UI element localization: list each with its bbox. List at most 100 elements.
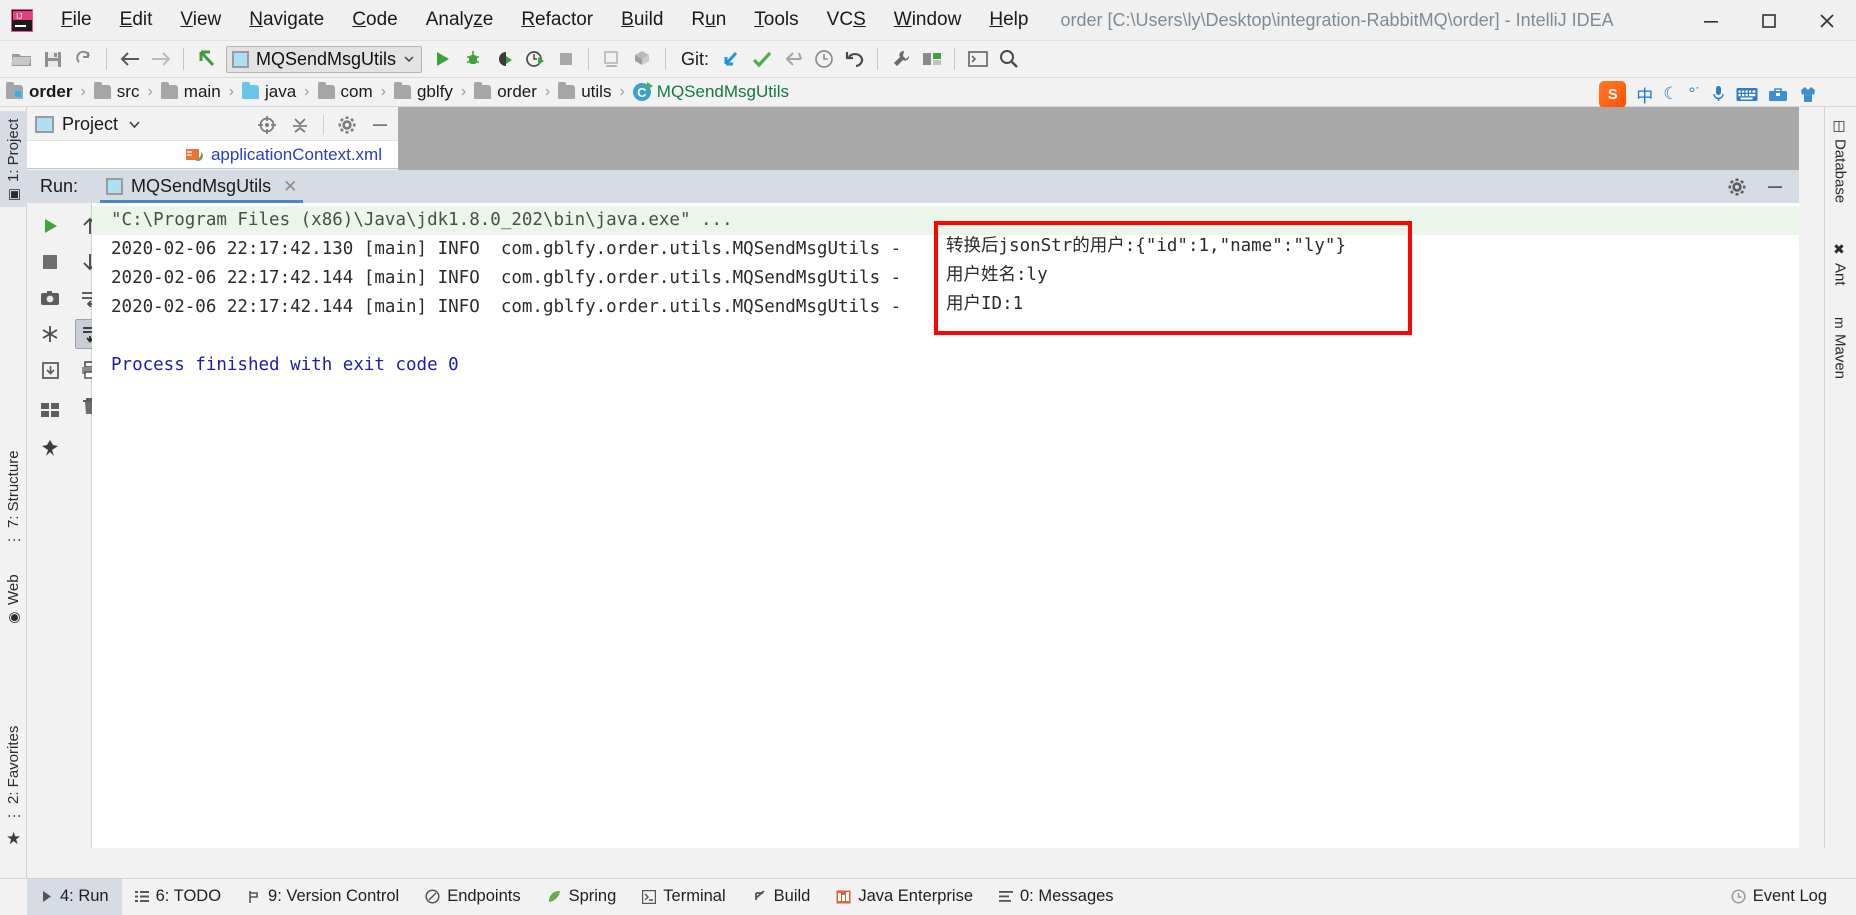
- breadcrumb-item-gblfy[interactable]: gblfy: [393, 82, 453, 102]
- sidebar-item-ant[interactable]: ✖ Ant: [1824, 237, 1856, 297]
- status-item-run[interactable]: 4: Run: [27, 878, 122, 915]
- update-project-icon[interactable]: [715, 44, 746, 75]
- menu-help[interactable]: Help: [975, 6, 1042, 34]
- run-icon[interactable]: [426, 44, 457, 75]
- stop-icon[interactable]: [35, 247, 65, 277]
- rerun-icon[interactable]: [35, 211, 65, 241]
- status-item-java-enterprise[interactable]: Java Enterprise: [823, 879, 986, 915]
- run-with-coverage-icon[interactable]: [488, 44, 519, 75]
- status-item-event-log[interactable]: Event Log: [1718, 879, 1840, 915]
- breadcrumb-item-order[interactable]: order: [474, 82, 537, 102]
- sidebar-item-project[interactable]: ▣ 1: Project: [0, 111, 27, 207]
- screenshot-icon[interactable]: [35, 283, 65, 313]
- collapse-all-icon[interactable]: [290, 115, 310, 135]
- status-item-messages[interactable]: 0: Messages: [986, 879, 1127, 915]
- folder-icon: [93, 82, 111, 99]
- layout-icon[interactable]: [35, 395, 65, 425]
- event-log-icon: [1731, 889, 1746, 904]
- rollback-icon[interactable]: [839, 44, 870, 75]
- status-item-build[interactable]: Build: [739, 879, 824, 915]
- menu-vcs[interactable]: VCS: [813, 6, 880, 34]
- menu-tools[interactable]: Tools: [740, 6, 812, 34]
- menu-view[interactable]: View: [166, 6, 235, 34]
- export-icon[interactable]: [35, 355, 65, 385]
- menu-window[interactable]: Window: [880, 6, 976, 34]
- emoji-icon[interactable]: °˙: [1689, 84, 1701, 104]
- git-history-icon[interactable]: [808, 44, 839, 75]
- chinese-mode-icon[interactable]: 中: [1636, 82, 1653, 107]
- todo-icon: [134, 890, 149, 903]
- breadcrumb-item-src[interactable]: src: [93, 82, 139, 102]
- close-icon[interactable]: ✕: [283, 177, 297, 197]
- gear-icon[interactable]: [337, 115, 357, 135]
- sidebar-item-web[interactable]: ◉ Web: [0, 562, 27, 630]
- menu-edit[interactable]: Edit: [106, 6, 167, 34]
- sidebar-item-database[interactable]: ◫ Database: [1824, 113, 1856, 223]
- chevron-down-icon[interactable]: [128, 120, 141, 129]
- profile-icon[interactable]: [519, 44, 550, 75]
- sidebar-item-favorites[interactable]: ⋮ 2: Favorites: [0, 697, 27, 827]
- sidebar-item-maven[interactable]: m Maven: [1824, 312, 1856, 402]
- breadcrumb-item-main[interactable]: main: [160, 82, 221, 102]
- save-all-icon[interactable]: [37, 44, 68, 75]
- keyboard-icon[interactable]: [1736, 87, 1758, 102]
- open-file-label[interactable]: applicationContext.xml: [211, 145, 382, 165]
- run-tab-mqsendmsgutils[interactable]: MQSendMsgUtils ✕: [100, 170, 304, 203]
- breadcrumb-item-java[interactable]: java: [241, 82, 296, 102]
- breadcrumb-item-com[interactable]: com: [317, 82, 373, 102]
- sidebar-item-structure[interactable]: ⋮ 7: Structure: [0, 427, 27, 551]
- terminal-icon[interactable]: [962, 44, 993, 75]
- close-button[interactable]: [1798, 0, 1856, 41]
- menu-build[interactable]: Build: [607, 6, 677, 34]
- status-item-todo[interactable]: 6: TODO: [122, 879, 234, 915]
- maximize-button[interactable]: [1740, 0, 1798, 41]
- favorites-star-icon[interactable]: ★: [6, 829, 21, 849]
- menu-refactor[interactable]: Refactor: [507, 6, 607, 34]
- breadcrumb-item-order-root[interactable]: order: [6, 82, 72, 102]
- microphone-icon[interactable]: [1711, 85, 1726, 103]
- print-thread-dump-icon[interactable]: [35, 319, 65, 349]
- debug-icon[interactable]: [457, 44, 488, 75]
- skin-icon[interactable]: [1798, 85, 1818, 103]
- window-controls: [1682, 0, 1856, 41]
- back-icon[interactable]: [114, 44, 145, 75]
- build-module-icon[interactable]: [627, 44, 658, 75]
- status-item-version-control[interactable]: 9: Version Control: [234, 879, 412, 915]
- build-project-icon[interactable]: [596, 44, 627, 75]
- scroll-from-source-icon[interactable]: [257, 115, 277, 135]
- breadcrumb-item-class[interactable]: C MQSendMsgUtils: [632, 82, 789, 102]
- pin-tab-icon[interactable]: [35, 433, 65, 463]
- status-item-endpoints[interactable]: Endpoints: [412, 879, 533, 915]
- settings-wrench-icon[interactable]: [885, 44, 916, 75]
- moon-icon[interactable]: ☾: [1663, 84, 1678, 104]
- open-project-icon[interactable]: [6, 44, 37, 75]
- sync-refresh-icon[interactable]: [68, 44, 99, 75]
- run-configuration-selector[interactable]: MQSendMsgUtils: [226, 45, 423, 73]
- push-icon[interactable]: [777, 44, 808, 75]
- minimize-button[interactable]: [1682, 0, 1740, 41]
- hide-icon[interactable]: [370, 115, 390, 135]
- gear-icon[interactable]: [1727, 177, 1747, 197]
- menu-analyze[interactable]: Analyze: [412, 6, 508, 34]
- search-everywhere-icon[interactable]: [993, 44, 1024, 75]
- jump-to-source-icon[interactable]: [191, 44, 222, 75]
- menu-run[interactable]: Run: [677, 6, 740, 34]
- forward-icon[interactable]: [145, 44, 176, 75]
- hide-icon[interactable]: [1765, 177, 1785, 197]
- menu-file[interactable]: File: [47, 6, 106, 34]
- status-item-spring[interactable]: Spring: [534, 879, 630, 915]
- sogou-input-icon[interactable]: S: [1599, 80, 1627, 108]
- commit-icon[interactable]: [746, 44, 777, 75]
- stop-icon[interactable]: [550, 44, 581, 75]
- run-config-icon: [106, 178, 124, 195]
- project-panel-title: Project: [62, 114, 119, 134]
- menu-navigate[interactable]: Navigate: [235, 6, 338, 34]
- editor-background: [398, 107, 1799, 170]
- status-item-terminal[interactable]: Terminal: [629, 879, 738, 915]
- project-structure-icon[interactable]: [916, 44, 947, 75]
- intellij-idea-window: IJ File Edit View Navigate Code Analyze …: [0, 0, 1856, 915]
- breadcrumb-item-utils[interactable]: utils: [558, 82, 611, 102]
- intellij-logo-icon: IJ: [11, 8, 33, 32]
- menu-code[interactable]: Code: [338, 6, 411, 34]
- toolbox-icon[interactable]: [1768, 86, 1788, 102]
